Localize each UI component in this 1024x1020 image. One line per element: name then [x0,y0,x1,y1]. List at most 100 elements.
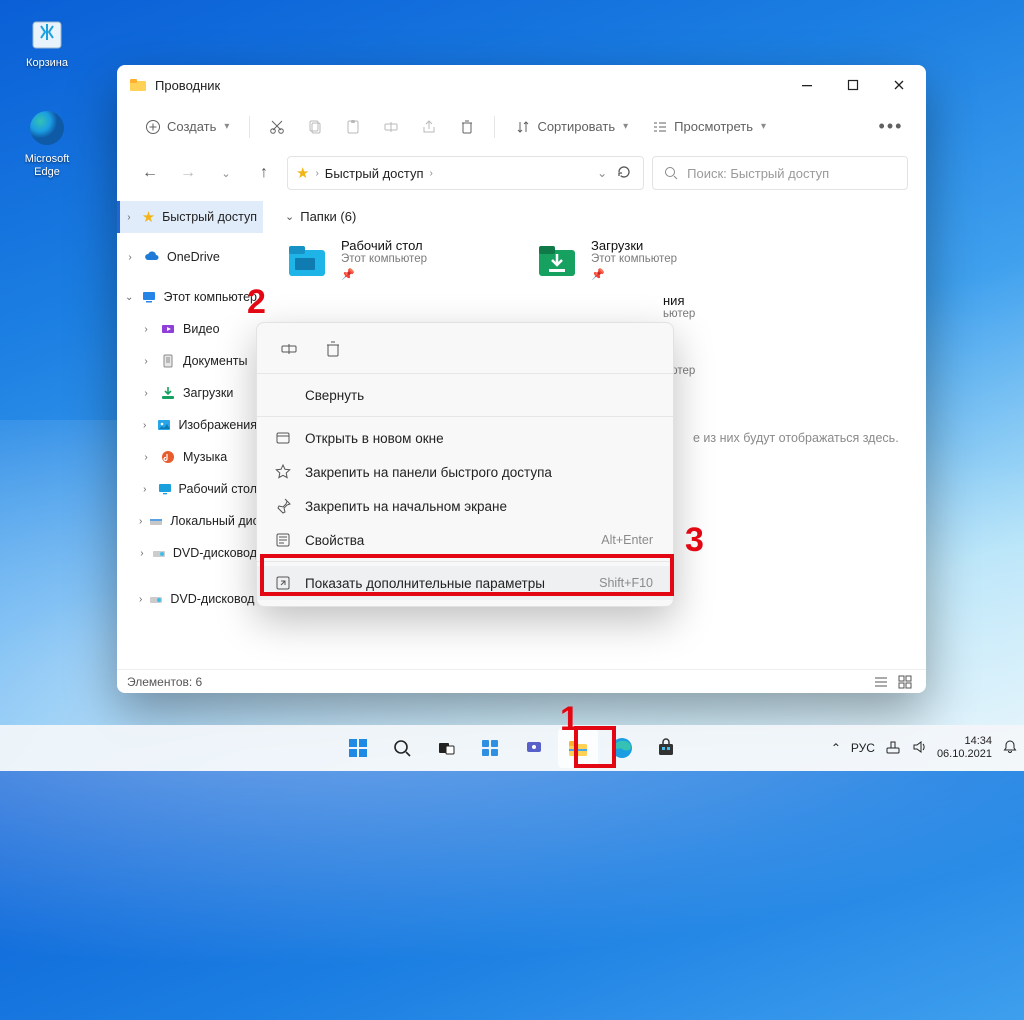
trash-icon [323,339,343,359]
sidebar-item-onedrive[interactable]: › OneDrive [117,241,263,273]
sidebar-item-pictures[interactable]: ›Изображения [117,409,263,441]
icons-view-button[interactable] [894,673,916,691]
nav-forward-button[interactable]: → [173,158,203,188]
folder-name: Загрузки [591,238,677,253]
ctx-properties[interactable]: Свойства Alt+Enter [257,523,673,557]
chevron-right-icon[interactable]: › [139,452,153,463]
chevron-right-icon[interactable]: › [139,420,150,431]
details-view-button[interactable] [870,673,892,691]
widgets-icon [480,738,500,758]
view-button-label: Просмотреть [674,119,753,134]
ctx-rename-button[interactable] [273,333,305,365]
close-button[interactable] [876,65,922,105]
folder-item-downloads[interactable]: Загрузки Этот компьютер 📌 [529,232,759,288]
sidebar-item-music[interactable]: ›Музыка [117,441,263,473]
chevron-right-icon[interactable]: › [139,484,151,495]
edge-taskbar-button[interactable] [602,728,642,768]
more-button[interactable]: ••• [874,110,908,144]
nav-recent-button[interactable]: ⌄ [211,158,241,188]
chevron-down-icon[interactable]: ⌄ [123,292,135,303]
grid-icon [897,674,913,690]
volume-icon[interactable] [911,739,927,758]
chevron-right-icon[interactable]: › [139,356,153,367]
desktop-icon-edge[interactable]: Microsoft Edge [12,106,82,179]
edge-icon [25,106,69,150]
sidebar-item-local-disk[interactable]: ›Локальный диск [117,505,263,537]
cut-button[interactable] [260,110,294,144]
delete-button[interactable] [450,110,484,144]
sidebar-item-this-pc[interactable]: ⌄ Этот компьютер [117,281,263,313]
ctx-delete-button[interactable] [317,333,349,365]
view-button[interactable]: Просмотреть ▾ [642,110,776,144]
desktop-icon [157,480,173,498]
chevron-right-icon: › [430,168,433,179]
network-icon[interactable] [885,739,901,758]
share-button[interactable] [412,110,446,144]
ctx-show-more-options[interactable]: Показать дополнительные параметры Shift+… [257,566,673,600]
language-label: РУС [851,741,875,755]
chevron-down-icon: ⌄ [285,210,294,223]
chevron-right-icon[interactable]: › [139,516,142,527]
ctx-collapse[interactable]: Свернуть [257,378,673,412]
chevron-right-icon[interactable]: › [123,212,135,223]
task-view-icon [436,738,456,758]
file-explorer-icon [129,76,147,94]
store-icon [656,738,676,758]
new-button[interactable]: Создать ▾ [135,110,239,144]
chevron-right-icon[interactable]: › [139,548,145,559]
rename-button[interactable] [374,110,408,144]
sidebar-item-quick-access[interactable]: › ★ Быстрый доступ [117,201,263,233]
sidebar-item-label: Быстрый доступ [162,210,257,224]
search-input[interactable]: Поиск: Быстрый доступ [652,156,908,190]
sidebar-item-downloads[interactable]: ›Загрузки [117,377,263,409]
nav-back-button[interactable]: ← [135,158,165,188]
rename-icon [279,339,299,359]
ctx-open-new-window[interactable]: Открыть в новом окне [257,421,673,455]
widgets-button[interactable] [470,728,510,768]
minimize-button[interactable] [784,65,830,105]
chevron-right-icon[interactable]: › [139,388,153,399]
chevron-right-icon: › [315,168,318,179]
sidebar-item-dvd[interactable]: ›DVD-дисковод [117,537,263,569]
tray-chevron-up-icon[interactable]: ⌃ [831,741,841,755]
refresh-button[interactable] [613,164,635,183]
chevron-right-icon[interactable]: › [123,252,137,263]
sidebar-item-label: Рабочий стол [179,482,257,496]
language-indicator[interactable]: РУС [851,741,875,755]
folder-item-desktop[interactable]: Рабочий стол Этот компьютер 📌 [279,232,509,288]
sort-icon [515,119,531,135]
chevron-right-icon[interactable]: › [139,594,142,605]
clock[interactable]: 14:34 06.10.2021 [937,735,992,760]
breadcrumb-item[interactable]: Быстрый доступ [325,166,424,181]
ctx-label: Закрепить на панели быстрого доступа [305,465,552,480]
sidebar-item-dvd-2[interactable]: ›DVD-дисковод (I [117,583,263,615]
notifications-button[interactable] [1002,739,1018,758]
drive-icon [148,512,164,530]
blank-icon [273,385,293,405]
pin-icon: 📌 [341,268,355,281]
task-view-button[interactable] [426,728,466,768]
nav-up-button[interactable]: ↑ [249,158,279,188]
ctx-pin-quick-access[interactable]: Закрепить на панели быстрого доступа [257,455,673,489]
breadcrumb[interactable]: ★ › Быстрый доступ › ⌄ [287,156,644,190]
ctx-pin-start[interactable]: Закрепить на начальном экране [257,489,673,523]
store-button[interactable] [646,728,686,768]
search-icon [392,738,412,758]
sidebar-item-desktop[interactable]: › Рабочий стол [117,473,263,505]
sort-button[interactable]: Сортировать ▾ [505,110,638,144]
edge-icon [610,736,634,760]
chat-button[interactable] [514,728,554,768]
titlebar[interactable]: Проводник [117,65,926,105]
sidebar-item-documents[interactable]: ›Документы [117,345,263,377]
paste-button[interactable] [336,110,370,144]
taskbar-search-button[interactable] [382,728,422,768]
sidebar-item-video[interactable]: ›Видео [117,313,263,345]
copy-button[interactable] [298,110,332,144]
start-button[interactable] [338,728,378,768]
arrow-up-icon: ↑ [260,164,268,182]
chevron-down-icon[interactable]: ⌄ [597,166,607,180]
desktop-icon-recycle-bin[interactable]: Корзина [12,10,82,70]
section-header-folders[interactable]: ⌄ Папки (6) [285,209,910,224]
chevron-right-icon[interactable]: › [139,324,153,335]
maximize-button[interactable] [830,65,876,105]
